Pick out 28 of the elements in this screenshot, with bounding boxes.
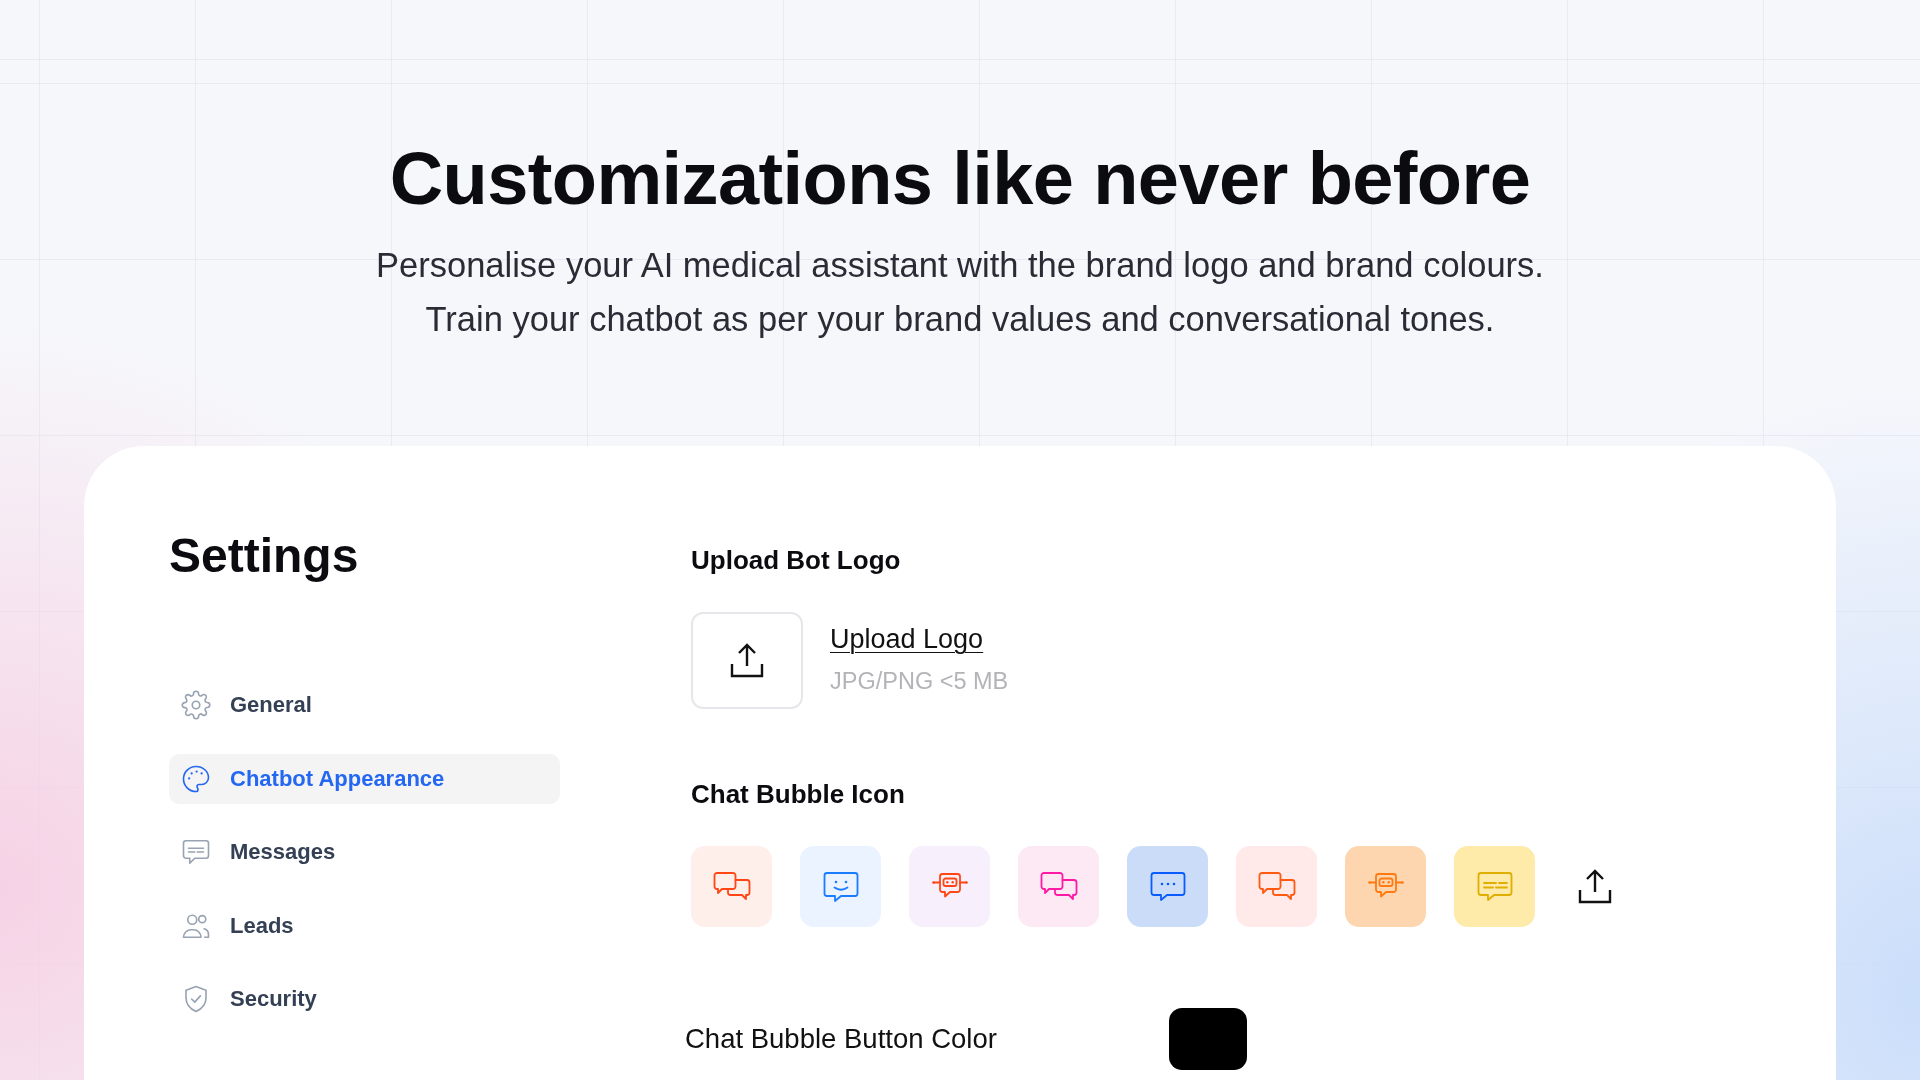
upload-icon[interactable] (1578, 868, 1612, 905)
icon-option[interactable] (909, 846, 990, 927)
icon-option[interactable] (800, 846, 881, 927)
file-hint: JPG/PNG <5 MB (830, 667, 1009, 696)
gear-icon (181, 690, 211, 720)
section-heading: Chat Bubble Icon (691, 778, 906, 810)
icon-option[interactable] (1127, 846, 1208, 927)
message-icon (181, 837, 211, 867)
section-heading: Upload Bot Logo (691, 544, 902, 576)
sidebar-item[interactable]: Chatbot Appearance (169, 753, 560, 804)
upload-icon (730, 642, 764, 679)
sidebar-item[interactable]: Leads (169, 900, 560, 951)
icon-option[interactable] (1345, 846, 1426, 927)
hero-title: Customizations like never before (389, 136, 1531, 222)
sidebar-item[interactable]: Messages (169, 827, 560, 877)
sidebar-item[interactable]: Security (169, 974, 560, 1024)
upload-button[interactable] (691, 612, 803, 709)
field-label: Chat Bubble Button Color (685, 1022, 998, 1056)
subtitle-line: Personalise your AI medical assistant with the brand logo and brand colours. (376, 245, 1544, 286)
color-swatch[interactable] (1169, 1008, 1247, 1070)
settings-title: Settings (169, 528, 360, 584)
palette-icon (181, 763, 211, 794)
icon-option[interactable] (1018, 846, 1099, 927)
icon-option[interactable] (691, 846, 772, 927)
subtitle-line: Train your chatbot as per your brand values and conversational tones. (425, 299, 1495, 340)
sidebar-item[interactable]: General (169, 680, 560, 730)
upload-link[interactable]: Upload Logo (830, 623, 984, 655)
icon-option[interactable] (1236, 846, 1317, 927)
